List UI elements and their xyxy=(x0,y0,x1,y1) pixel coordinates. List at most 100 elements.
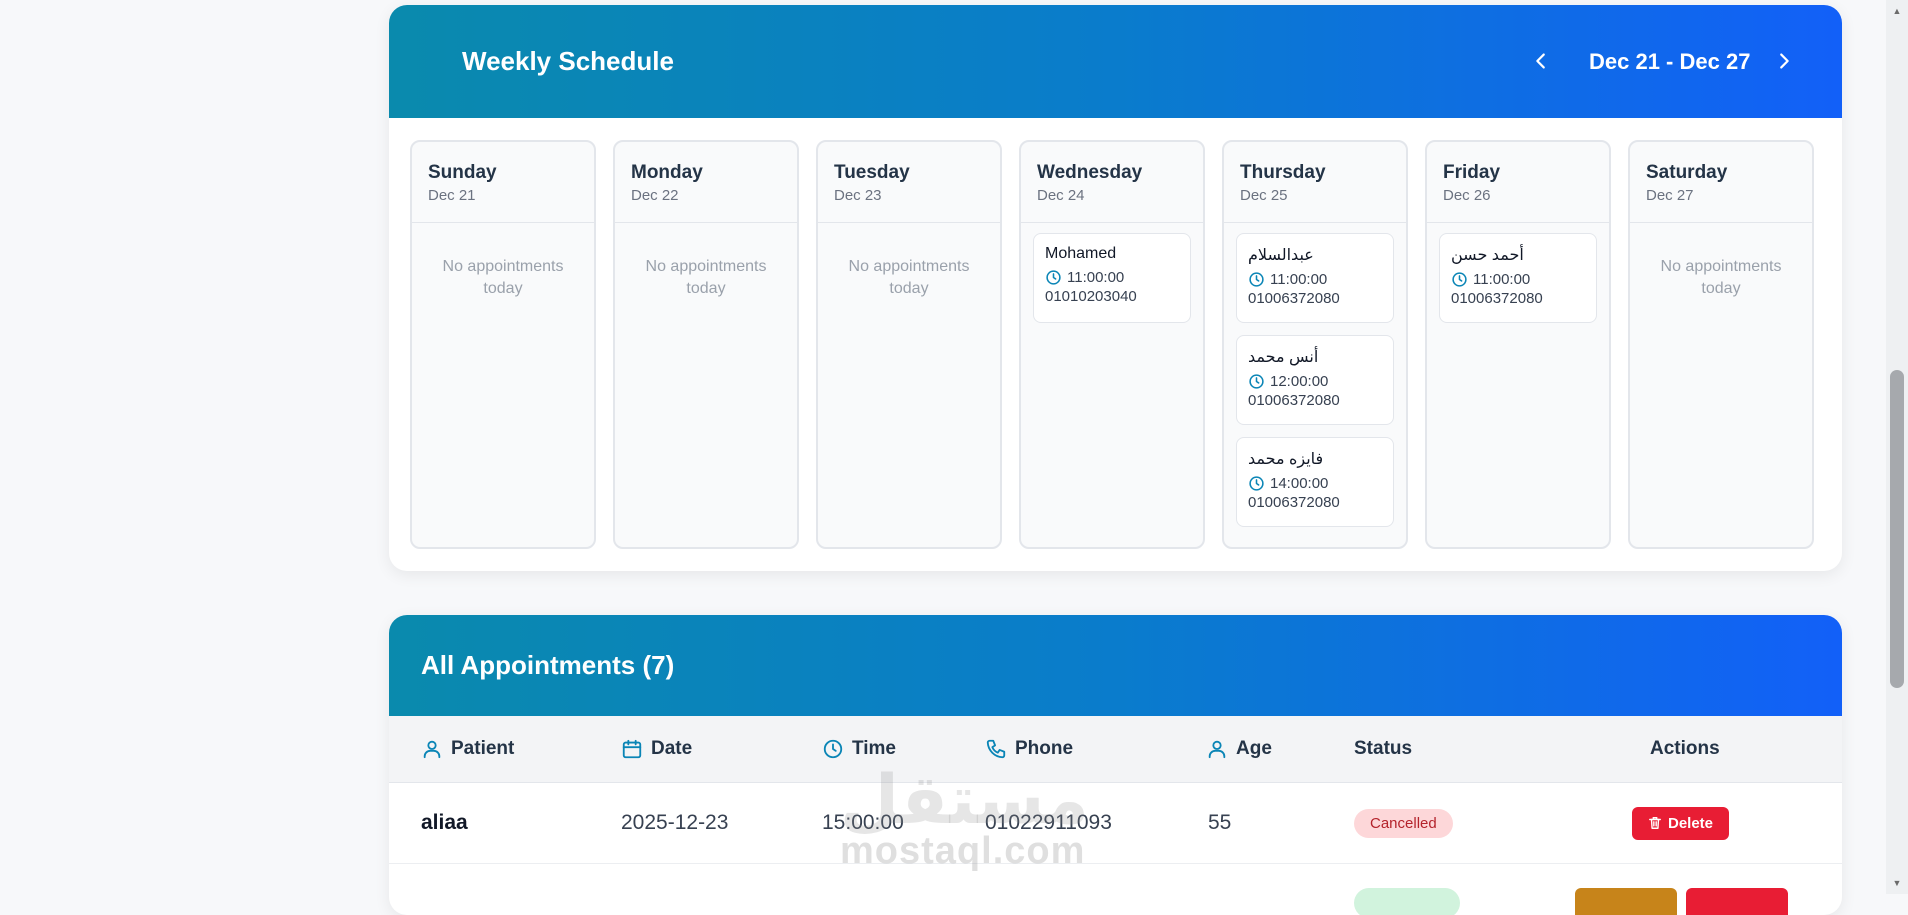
cell-time: 15:00:00 xyxy=(822,811,904,834)
day-column-monday: Monday Dec 22 No appointments today xyxy=(613,140,799,549)
delete-button[interactable]: Delete xyxy=(1632,806,1730,840)
column-date[interactable]: Date xyxy=(621,716,692,782)
no-appointments-text: No appointments today xyxy=(1660,258,1782,297)
column-time-label: Time xyxy=(852,738,897,759)
appointment-time: 11:00:00 xyxy=(1270,271,1328,288)
day-name: Monday xyxy=(631,162,703,183)
column-actions: Actions xyxy=(1650,716,1720,782)
day-column-wednesday: Wednesday Dec 24 Mohamed 11:00:00 0101020304… xyxy=(1019,140,1205,549)
status-badge: Cancelled xyxy=(1354,808,1453,838)
day-column-sunday: Sunday Dec 21 No appointments today xyxy=(410,140,596,549)
day-name: Wednesday xyxy=(1037,162,1143,183)
appointment-patient-name: أحمد حسن xyxy=(1451,247,1524,264)
column-patient-label: Patient xyxy=(451,738,515,759)
appointment-phone: 01006372080 xyxy=(1451,290,1543,307)
column-phone-label: Phone xyxy=(1015,738,1074,759)
day-name: Friday xyxy=(1443,162,1501,183)
clock-icon xyxy=(1452,272,1467,287)
column-phone[interactable]: Phone xyxy=(985,716,1073,782)
day-body: No appointments today xyxy=(412,223,594,310)
day-date: Dec 25 xyxy=(1240,187,1288,204)
day-name: Sunday xyxy=(428,162,497,183)
appointment-card[interactable]: Mohamed 11:00:00 01010203040 xyxy=(1033,233,1191,323)
day-column-thursday: Thursday Dec 25 عبدالسلام 11:00:00 010063720… xyxy=(1222,140,1408,549)
day-name: Saturday xyxy=(1646,162,1728,183)
schedule-title: Weekly Schedule xyxy=(462,46,674,76)
column-patient[interactable]: Patient xyxy=(421,716,514,782)
cell-phone: 01022911093 xyxy=(985,811,1112,834)
table-row[interactable] xyxy=(389,864,1842,915)
appointment-time-row: 14:00:00 xyxy=(1248,475,1382,492)
column-actions-label: Actions xyxy=(1650,738,1720,759)
appointments-header: All Appointments (7) xyxy=(389,615,1842,716)
day-body: No appointments today xyxy=(818,223,1000,310)
appointment-time-row: 12:00:00 xyxy=(1248,373,1382,390)
vertical-scrollbar[interactable]: ▲ ▼ xyxy=(1886,0,1908,894)
trash-icon xyxy=(1649,817,1661,829)
day-date: Dec 24 xyxy=(1037,187,1085,204)
cell-actions xyxy=(1575,888,1677,915)
scrollbar-thumb[interactable] xyxy=(1890,370,1904,688)
delete-button[interactable] xyxy=(1686,888,1788,915)
week-range: Dec 21 - Dec 27 xyxy=(1589,49,1751,74)
clock-icon xyxy=(1046,270,1061,285)
delete-label: Delete xyxy=(1668,814,1714,832)
day-body: عبدالسلام 11:00:00 01006372080 أنس محمد 12:0… xyxy=(1224,223,1406,549)
all-appointments-card: All Appointments (7) Patient Date Time P… xyxy=(389,615,1842,915)
appointment-time: 12:00:00 xyxy=(1270,373,1329,390)
appointment-card[interactable]: أحمد حسن 11:00:00 01006372080 xyxy=(1439,233,1597,323)
scroll-down-arrow-icon[interactable]: ▼ xyxy=(1890,876,1904,890)
day-header: Wednesday Dec 24 xyxy=(1021,142,1203,223)
appointment-phone: 01006372080 xyxy=(1248,494,1340,511)
next-week-button[interactable] xyxy=(1764,41,1804,81)
column-status[interactable]: Status xyxy=(1354,716,1412,782)
day-body: No appointments today xyxy=(1630,223,1812,310)
appointment-patient-name: عبدالسلام xyxy=(1248,247,1314,264)
day-header: Friday Dec 26 xyxy=(1427,142,1609,223)
cell-age: 55 xyxy=(1208,811,1232,834)
scroll-up-arrow-icon[interactable]: ▲ xyxy=(1890,4,1904,18)
clock-icon xyxy=(823,739,843,759)
column-status-label: Status xyxy=(1354,738,1413,759)
day-body: أحمد حسن 11:00:00 01006372080 xyxy=(1427,223,1609,345)
cell-date: 2025-12-23 xyxy=(621,811,729,834)
edit-button[interactable] xyxy=(1575,888,1677,915)
appointments-title: All Appointments (7) xyxy=(421,650,675,680)
days-grid: Sunday Dec 21 No appointments today Monday D… xyxy=(410,140,1820,549)
day-header: Tuesday Dec 23 xyxy=(818,142,1000,223)
appointment-phone: 01006372080 xyxy=(1248,290,1340,307)
appointment-card[interactable]: فايزه محمد 14:00:00 01006372080 xyxy=(1236,437,1394,527)
no-appointments-text: No appointments today xyxy=(848,258,970,297)
day-header: Sunday Dec 21 xyxy=(412,142,594,223)
chevron-right-icon xyxy=(1780,53,1789,69)
table-row[interactable]: aliaa 2025-12-23 15:00:00 01022911093 55… xyxy=(389,783,1842,864)
appointment-phone: 01010203040 xyxy=(1045,288,1137,305)
calendar-icon xyxy=(622,739,642,759)
column-date-label: Date xyxy=(651,738,693,759)
appointment-patient-name: أنس محمد xyxy=(1248,349,1319,366)
day-name: Tuesday xyxy=(834,162,910,183)
no-appointments-text: No appointments today xyxy=(442,258,564,297)
weekly-schedule-card: Weekly Schedule Dec 21 - Dec 27 Sunday De… xyxy=(389,5,1842,571)
clock-icon xyxy=(1249,374,1264,389)
cell-status: Cancelled xyxy=(1354,783,1453,863)
day-date: Dec 23 xyxy=(834,187,882,204)
table-header-row: Patient Date Time Phone Age Status Actio… xyxy=(389,716,1842,783)
previous-week-button[interactable] xyxy=(1521,41,1561,81)
no-appointments-text: No appointments today xyxy=(645,258,767,297)
phone-icon xyxy=(986,739,1006,759)
appointment-card[interactable]: أنس محمد 12:00:00 01006372080 xyxy=(1236,335,1394,425)
status-badge xyxy=(1354,888,1460,915)
day-date: Dec 22 xyxy=(631,187,679,204)
column-time[interactable]: Time xyxy=(822,716,896,782)
chevron-left-icon xyxy=(1536,53,1545,69)
day-header: Saturday Dec 27 xyxy=(1630,142,1812,223)
appointment-time: 11:00:00 xyxy=(1067,269,1125,286)
column-age[interactable]: Age xyxy=(1206,716,1272,782)
appointment-card[interactable]: عبدالسلام 11:00:00 01006372080 xyxy=(1236,233,1394,323)
day-name: Thursday xyxy=(1240,162,1326,183)
day-date: Dec 21 xyxy=(428,187,476,204)
cell-actions xyxy=(1686,888,1788,915)
user-icon xyxy=(423,740,441,759)
user-icon xyxy=(1208,740,1226,759)
